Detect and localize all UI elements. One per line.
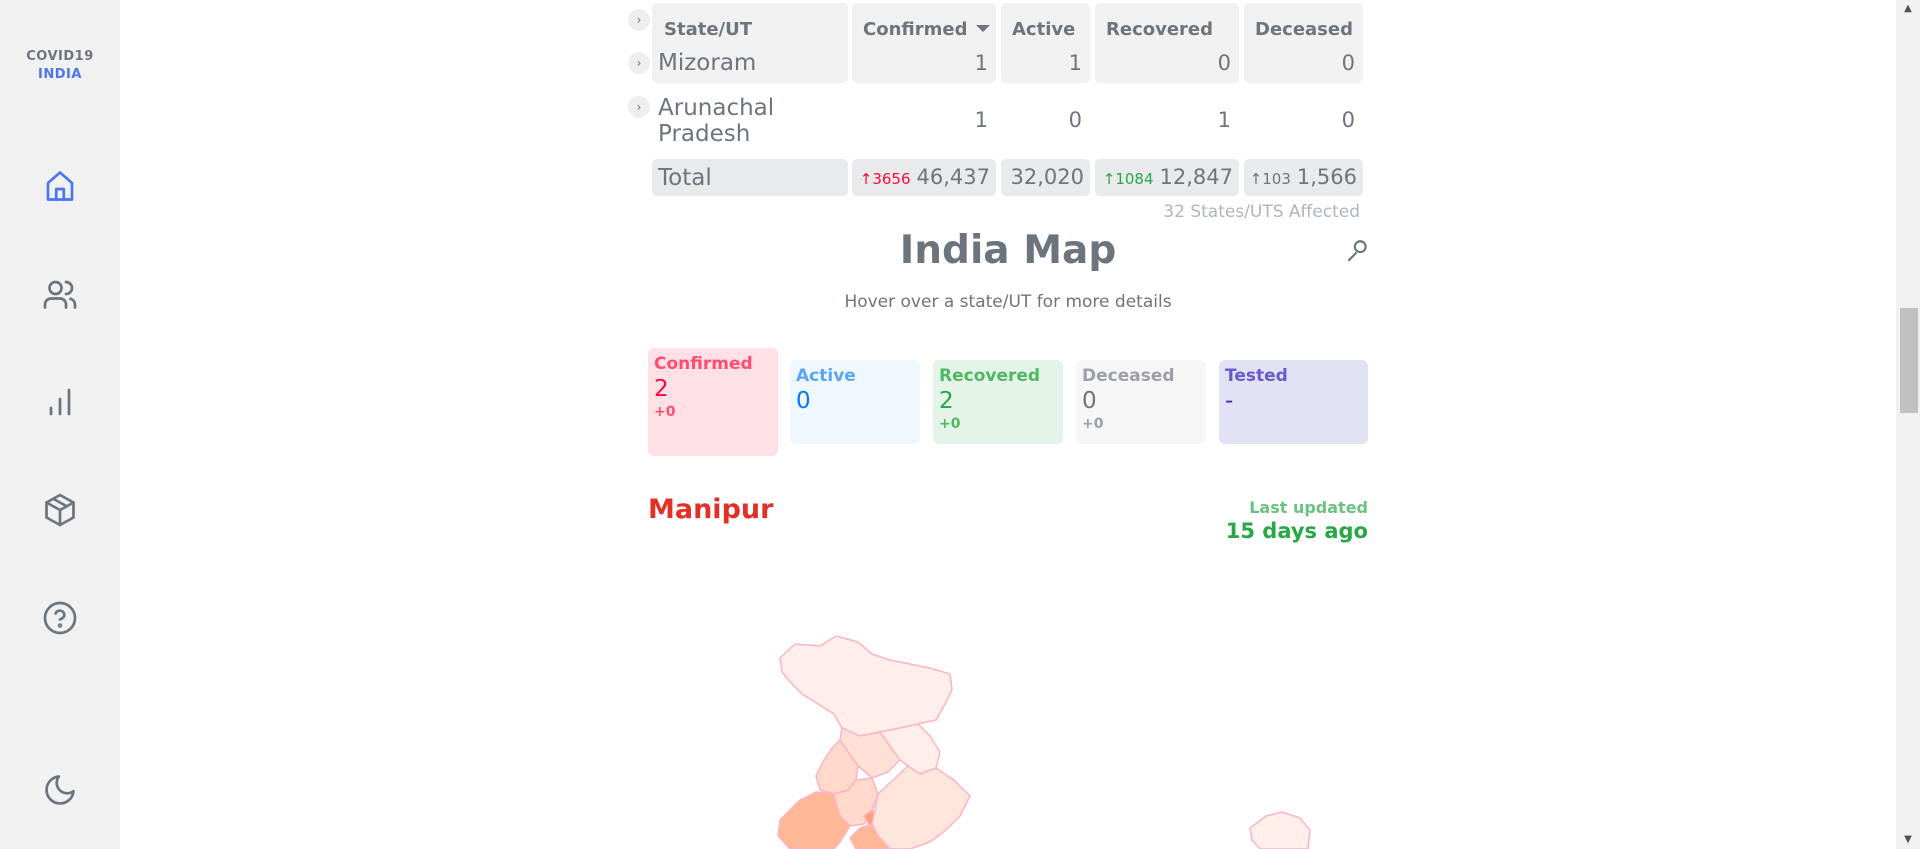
table-cell-confirmed: 1	[974, 51, 988, 75]
total-recovered: ↑1084 12,847	[1095, 159, 1239, 196]
logo-line-2: INDIA	[38, 67, 82, 82]
stat-label: Recovered	[939, 366, 1041, 386]
total-active-value: 32,020	[1010, 165, 1084, 189]
stat-label: Active	[796, 366, 856, 386]
stat-label: Confirmed	[654, 354, 753, 374]
total-confirmed-value: 46,437	[916, 165, 990, 189]
app-logo[interactable]: COVID19 INDIA	[0, 48, 120, 84]
table-cell-deceased: 0	[1341, 51, 1355, 75]
stat-value: 0	[1082, 388, 1097, 414]
package-icon[interactable]	[40, 490, 80, 530]
total-recovered-value: 12,847	[1159, 165, 1233, 189]
table-cell-deceased: 0	[1341, 108, 1355, 132]
india-map[interactable]	[760, 620, 1340, 849]
table-row-state[interactable]: Mizoram	[658, 50, 756, 76]
stat-value: 0	[796, 388, 811, 414]
expand-row-chevron-icon[interactable]: ›	[628, 96, 650, 118]
logo-line-1: COVID19	[26, 49, 94, 64]
users-icon[interactable]	[40, 274, 80, 314]
stat-value: -	[1225, 388, 1234, 414]
stat-delta: +0	[939, 416, 961, 432]
map-title: India Map	[899, 228, 1117, 273]
stat-delta: +0	[654, 404, 676, 420]
page-scrollbar[interactable]: ▲ ▼	[1896, 0, 1920, 849]
table-cell-recovered: 1	[1217, 108, 1231, 132]
total-label: Total	[658, 165, 712, 191]
selected-region-name: Manipur	[648, 494, 774, 525]
last-updated-label: Last updated	[1249, 498, 1368, 517]
states-affected-text: 32 States/UTS Affected	[1163, 202, 1360, 222]
header-confirmed-label: Confirmed	[863, 19, 968, 40]
sort-down-icon	[976, 25, 990, 32]
table-cell-confirmed: 1	[974, 108, 988, 132]
total-state: Total	[652, 159, 848, 196]
expand-all-chevron-icon[interactable]: ›	[628, 9, 650, 31]
map-state-assam	[1249, 811, 1311, 849]
stat-label: Tested	[1225, 366, 1288, 386]
total-recovered-delta: ↑1084	[1102, 170, 1154, 188]
total-active: 32,020	[1001, 159, 1090, 196]
table-cell-active: 1	[1068, 51, 1082, 75]
moon-icon[interactable]	[40, 770, 80, 810]
stat-card-confirmed[interactable]: Confirmed 2 +0	[648, 348, 778, 456]
header-deceased-label: Deceased	[1255, 19, 1353, 40]
expand-row-chevron-icon[interactable]: ›	[628, 52, 650, 74]
map-state-jammu-kashmir	[779, 635, 953, 737]
total-confirmed-delta: ↑3656	[859, 170, 911, 188]
stat-value: 2	[939, 388, 954, 414]
scroll-up-arrow-icon[interactable]: ▲	[1901, 2, 1915, 16]
total-confirmed: ↑3656 46,437	[852, 159, 996, 196]
magic-wand-icon[interactable]	[1344, 238, 1370, 264]
header-recovered-label: Recovered	[1106, 19, 1214, 40]
table-cell-active: 0	[1068, 108, 1082, 132]
total-deceased-delta: ↑103	[1249, 170, 1291, 188]
total-deceased: ↑103 1,566	[1244, 159, 1363, 196]
state-name-line-1: Arunachal	[658, 95, 775, 121]
stat-label: Deceased	[1082, 366, 1175, 386]
sidebar: COVID19 INDIA	[0, 0, 120, 849]
total-deceased-value: 1,566	[1296, 165, 1357, 189]
stat-card-active[interactable]: Active 0	[790, 360, 920, 444]
stat-card-tested[interactable]: Tested -	[1219, 360, 1368, 444]
header-active-label: Active	[1012, 19, 1076, 40]
stat-card-deceased[interactable]: Deceased 0 +0	[1076, 360, 1206, 444]
scroll-down-arrow-icon[interactable]: ▼	[1901, 833, 1915, 847]
last-updated-value: 15 days ago	[1225, 519, 1368, 543]
map-subtitle: Hover over a state/UT for more details	[844, 292, 1172, 312]
help-icon[interactable]	[40, 598, 80, 638]
bar-chart-icon[interactable]	[40, 382, 80, 422]
table-row-state[interactable]: Arunachal Pradesh	[658, 95, 774, 147]
home-icon[interactable]	[40, 166, 80, 206]
stat-card-recovered[interactable]: Recovered 2 +0	[933, 360, 1063, 444]
stat-value: 2	[654, 376, 669, 402]
state-name-line-2: Pradesh	[658, 121, 751, 147]
table-cell-recovered: 0	[1217, 51, 1231, 75]
scrollbar-thumb[interactable]	[1900, 308, 1918, 413]
map-state-uttar-pradesh	[871, 765, 971, 849]
header-state-label: State/UT	[664, 19, 752, 40]
stat-delta: +0	[1082, 416, 1104, 432]
